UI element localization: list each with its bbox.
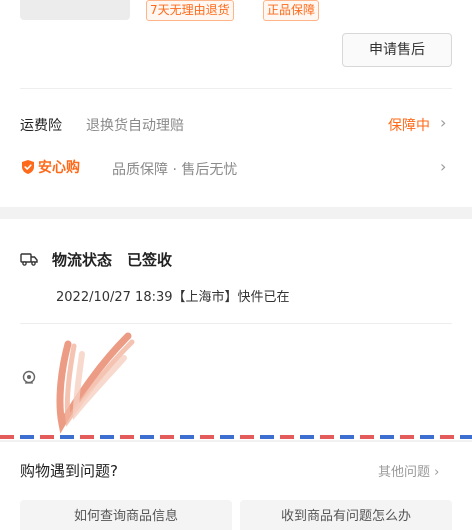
- order-card: 7天无理由退货 正品保障 申请售后 运费险 退换货自动理赔 保障中 › 安心购 …: [0, 0, 472, 207]
- product-problem-button[interactable]: 收到商品有问题怎么办: [240, 500, 452, 530]
- assurance-brand: 安心购: [38, 160, 80, 176]
- tag-genuine-guarantee: 正品保障: [263, 0, 320, 21]
- help-card: 购物遇到问题? 其他问题 › 如何查询商品信息 收到商品有问题怎么办: [0, 442, 472, 530]
- chevron-right-icon: ›: [440, 157, 447, 176]
- logistics-status-title: 物流状态 已签收: [52, 251, 173, 269]
- divider: [20, 88, 452, 89]
- insurance-status: 保障中: [388, 118, 430, 134]
- logistics-latest-event: 2022/10/27 18:39【上海市】快件已在: [56, 290, 290, 305]
- location-pin-icon: [22, 370, 36, 384]
- help-title: 购物遇到问题?: [20, 462, 118, 480]
- product-thumbnail[interactable]: [20, 0, 130, 20]
- tag-seven-day-return: 7天无理由退货: [146, 0, 234, 21]
- insurance-label: 运费险: [20, 118, 62, 134]
- apply-after-sale-button[interactable]: 申请售后: [342, 33, 452, 67]
- truck-icon: [20, 253, 38, 266]
- query-product-info-button[interactable]: 如何查询商品信息: [20, 500, 232, 530]
- chevron-right-icon: ›: [440, 113, 447, 132]
- insurance-description: 退换货自动理赔: [86, 118, 184, 134]
- redaction-scribble: [56, 332, 135, 434]
- assurance-description: 品质保障 · 售后无忧: [112, 162, 238, 178]
- shield-icon: [22, 160, 34, 174]
- other-questions-link[interactable]: 其他问题 ›: [378, 461, 439, 480]
- logistics-card[interactable]: 物流状态 已签收 2022/10/27 18:39【上海市】快件已在: [0, 219, 472, 440]
- airmail-border: [0, 435, 472, 439]
